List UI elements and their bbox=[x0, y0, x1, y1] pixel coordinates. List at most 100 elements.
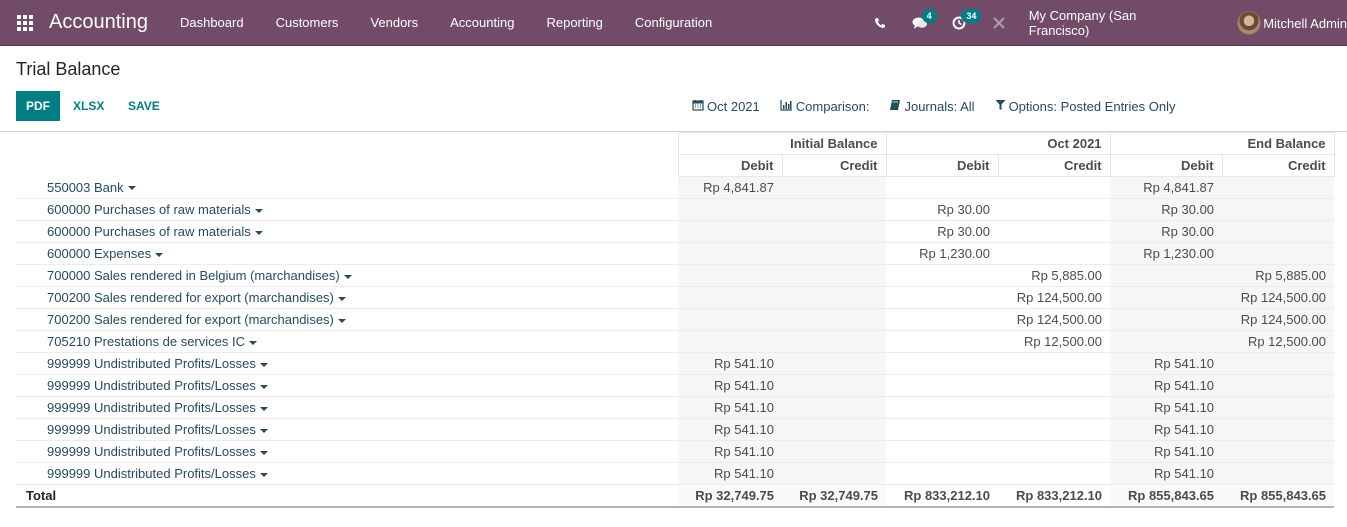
table-row[interactable]: 999999 Undistributed Profits/Losses Rp 54… bbox=[16, 440, 1335, 463]
header-period: Oct 2021 bbox=[885, 132, 1111, 155]
table-row[interactable]: 700000 Sales rendered in Belgium (marcha… bbox=[16, 264, 1335, 287]
caret-down-icon[interactable] bbox=[259, 384, 268, 389]
caret-down-icon[interactable] bbox=[259, 450, 268, 455]
amount-cell bbox=[998, 242, 1111, 265]
date-filter[interactable]: Oct 2021 bbox=[692, 99, 760, 114]
table-row[interactable]: 600000 Purchases of raw materials Rp 30.0… bbox=[16, 220, 1335, 243]
table-row[interactable]: 999999 Undistributed Profits/Losses Rp 54… bbox=[16, 352, 1335, 375]
table-row[interactable]: 999999 Undistributed Profits/Losses Rp 54… bbox=[16, 418, 1335, 441]
amount-cell: Rp 541.10 bbox=[678, 374, 782, 397]
header-credit: Credit bbox=[781, 154, 887, 177]
caret-down-icon[interactable] bbox=[337, 318, 346, 323]
pdf-button[interactable]: PDF bbox=[16, 91, 60, 121]
amount-cell bbox=[1222, 440, 1335, 463]
xlsx-button[interactable]: XLSX bbox=[73, 91, 104, 121]
menu-configuration[interactable]: Configuration bbox=[619, 0, 728, 46]
caret-down-icon[interactable] bbox=[249, 340, 257, 345]
menu-reporting[interactable]: Reporting bbox=[530, 0, 618, 46]
comparison-filter[interactable]: Comparison: bbox=[780, 99, 869, 114]
amount-cell bbox=[1222, 242, 1335, 265]
options-filter[interactable]: Options: Posted Entries Only bbox=[995, 99, 1175, 114]
caret-down-icon[interactable] bbox=[254, 208, 263, 213]
amount-cell bbox=[886, 396, 999, 419]
amount-cell bbox=[782, 242, 887, 265]
amount-cell bbox=[998, 176, 1111, 199]
amount-cell: Rp 541.10 bbox=[1110, 352, 1223, 375]
save-button[interactable]: SAVE bbox=[128, 91, 160, 121]
caret-down-icon[interactable] bbox=[343, 274, 352, 279]
table-row[interactable]: 999999 Undistributed Profits/Losses Rp 54… bbox=[16, 374, 1335, 397]
caret-down-icon[interactable] bbox=[337, 296, 346, 301]
amount-cell: Rp 4,841.87 bbox=[678, 176, 782, 199]
account-name[interactable]: 999999 Undistributed Profits/Losses bbox=[16, 462, 678, 485]
header-blank bbox=[16, 155, 678, 177]
amount-cell bbox=[886, 330, 999, 353]
menu-dashboard[interactable]: Dashboard bbox=[164, 0, 260, 46]
account-name[interactable]: 600000 Purchases of raw materials bbox=[16, 220, 678, 243]
amount-cell: Rp 124,500.00 bbox=[1222, 286, 1335, 309]
journals-filter[interactable]: Journals: All bbox=[889, 99, 975, 114]
account-name[interactable]: 705210 Prestations de services IC bbox=[16, 330, 678, 353]
account-name[interactable]: 999999 Undistributed Profits/Losses bbox=[16, 374, 678, 397]
caret-down-icon[interactable] bbox=[254, 230, 263, 235]
table-row[interactable]: 999999 Undistributed Profits/Losses Rp 54… bbox=[16, 396, 1335, 419]
amount-cell bbox=[678, 286, 782, 309]
account-name[interactable]: 700200 Sales rendered for export (marcha… bbox=[16, 308, 678, 331]
caret-down-icon[interactable] bbox=[259, 472, 268, 477]
messages-badge: 4 bbox=[921, 9, 937, 23]
amount-cell bbox=[782, 286, 887, 309]
account-label: 999999 Undistributed Profits/Losses bbox=[47, 356, 256, 371]
account-name[interactable]: 999999 Undistributed Profits/Losses bbox=[16, 352, 678, 375]
activities-icon[interactable]: 34 bbox=[939, 0, 982, 46]
menu-customers[interactable]: Customers bbox=[260, 0, 355, 46]
top-navbar: Accounting Dashboard Customers Vendors A… bbox=[0, 0, 1347, 46]
account-label: 999999 Undistributed Profits/Losses bbox=[47, 466, 256, 481]
amount-cell bbox=[1222, 374, 1335, 397]
amount-cell: Rp 30.00 bbox=[886, 198, 999, 221]
company-switcher[interactable]: My Company (San Francisco) bbox=[1029, 8, 1200, 38]
account-name[interactable]: 550003 Bank bbox=[16, 176, 678, 199]
account-name[interactable]: 600000 Purchases of raw materials bbox=[16, 198, 678, 221]
menu-vendors[interactable]: Vendors bbox=[354, 0, 434, 46]
user-menu[interactable]: Mitchell Admin bbox=[1237, 11, 1347, 35]
caret-down-icon[interactable] bbox=[155, 252, 164, 257]
account-name[interactable]: 600000 Expenses bbox=[16, 242, 678, 265]
table-row[interactable]: 705210 Prestations de services IC Rp 12,5… bbox=[16, 330, 1335, 353]
amount-cell bbox=[782, 462, 887, 485]
table-row[interactable]: 999999 Undistributed Profits/Losses Rp 54… bbox=[16, 462, 1335, 485]
user-name: Mitchell Admin bbox=[1263, 15, 1347, 31]
table-row[interactable]: 700200 Sales rendered for export (marcha… bbox=[16, 308, 1335, 331]
caret-down-icon[interactable] bbox=[127, 186, 136, 191]
account-name[interactable]: 999999 Undistributed Profits/Losses bbox=[16, 440, 678, 463]
amount-cell: Rp 541.10 bbox=[678, 352, 782, 375]
caret-down-icon[interactable] bbox=[259, 428, 268, 433]
app-title[interactable]: Accounting bbox=[49, 11, 148, 34]
amount-cell bbox=[886, 352, 999, 375]
header-initial-balance: Initial Balance bbox=[677, 132, 887, 155]
amount-cell: Rp 1,230.00 bbox=[1110, 242, 1223, 265]
book-icon bbox=[889, 99, 901, 114]
amount-cell: Rp 30.00 bbox=[886, 220, 999, 243]
caret-down-icon[interactable] bbox=[259, 362, 268, 367]
debug-tools-icon[interactable] bbox=[979, 0, 1019, 46]
caret-down-icon[interactable] bbox=[259, 406, 268, 411]
amount-cell bbox=[678, 264, 782, 287]
account-name[interactable]: 999999 Undistributed Profits/Losses bbox=[16, 396, 678, 419]
amount-cell: Rp 12,500.00 bbox=[998, 330, 1111, 353]
account-name[interactable]: 999999 Undistributed Profits/Losses bbox=[16, 418, 678, 441]
table-row[interactable]: 700200 Sales rendered for export (marcha… bbox=[16, 286, 1335, 309]
account-label: 600000 Expenses bbox=[47, 246, 152, 261]
calendar-icon bbox=[692, 99, 704, 114]
phone-icon[interactable] bbox=[860, 0, 900, 46]
account-name[interactable]: 700200 Sales rendered for export (marcha… bbox=[16, 286, 678, 309]
messages-icon[interactable]: 4 bbox=[900, 0, 940, 46]
table-row[interactable]: 550003 Bank Rp 4,841.87 Rp 4,841.87 bbox=[16, 176, 1335, 199]
table-row[interactable]: 600000 Purchases of raw materials Rp 30.0… bbox=[16, 198, 1335, 221]
account-name[interactable]: 700000 Sales rendered in Belgium (marcha… bbox=[16, 264, 678, 287]
amount-cell bbox=[782, 418, 887, 441]
apps-menu-icon[interactable] bbox=[17, 14, 33, 31]
menu-accounting[interactable]: Accounting bbox=[434, 0, 530, 46]
account-label: 700200 Sales rendered for export (marcha… bbox=[47, 312, 334, 327]
table-row[interactable]: 600000 Expenses Rp 1,230.00 Rp 1,230.00 bbox=[16, 242, 1335, 265]
amount-cell: Rp 541.10 bbox=[1110, 418, 1223, 441]
